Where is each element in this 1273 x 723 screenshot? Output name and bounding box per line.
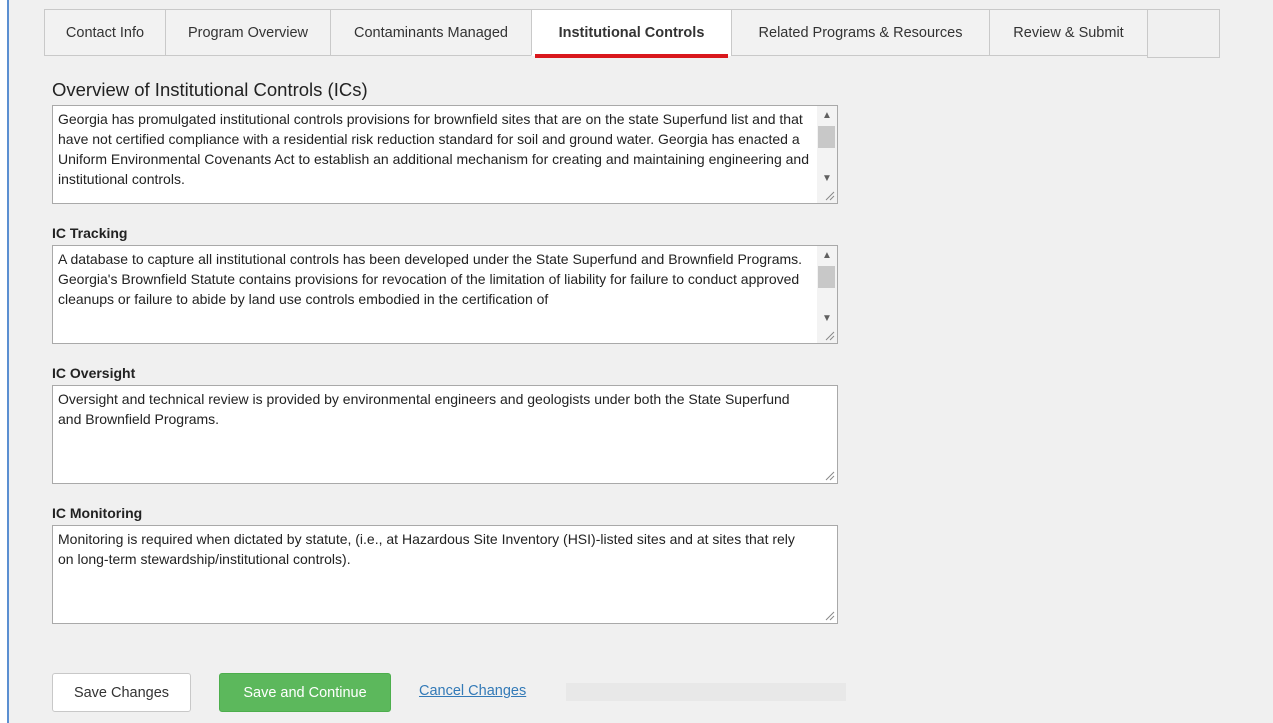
form-actions: Save Changes Save and Continue Cancel Ch…: [52, 673, 847, 713]
scroll-up-icon[interactable]: ▲: [821, 110, 833, 122]
page-title: Overview of Institutional Controls (ICs): [52, 79, 368, 100]
resize-grip-icon[interactable]: [823, 329, 835, 341]
tab-bar: Contact Info Program Overview Contaminan…: [44, 9, 1220, 58]
resize-grip-icon[interactable]: [823, 189, 835, 201]
ic-oversight-label: IC Oversight: [52, 365, 136, 381]
save-changes-button[interactable]: Save Changes: [52, 673, 191, 712]
resize-grip-icon[interactable]: [823, 609, 835, 621]
scroll-down-icon[interactable]: ▼: [821, 313, 833, 325]
cancel-changes-link[interactable]: Cancel Changes: [419, 683, 526, 699]
resize-grip-icon[interactable]: [823, 469, 835, 481]
ic-monitoring-label: IC Monitoring: [52, 505, 143, 521]
ic-oversight-text: Oversight and technical review is provid…: [58, 391, 790, 427]
ic-tracking-label: IC Tracking: [52, 225, 128, 241]
page-frame: Contact Info Program Overview Contaminan…: [7, 0, 1273, 723]
tab-contact-info[interactable]: Contact Info: [44, 10, 165, 56]
status-bar: [566, 683, 846, 701]
scroll-down-icon[interactable]: ▼: [821, 173, 833, 185]
tab-bar-filler: [1147, 10, 1219, 58]
scroll-up-icon[interactable]: ▲: [821, 250, 833, 262]
tab-related-programs[interactable]: Related Programs & Resources: [731, 10, 989, 56]
ic-tracking-textarea[interactable]: A database to capture all institutional …: [52, 245, 838, 344]
save-and-continue-button[interactable]: Save and Continue: [219, 673, 391, 712]
ic-monitoring-textarea[interactable]: Monitoring is required when dictated by …: [52, 525, 838, 624]
tab-contaminants-managed[interactable]: Contaminants Managed: [330, 10, 531, 56]
overview-text: Georgia has promulgated institutional co…: [58, 111, 809, 187]
overview-textarea[interactable]: Georgia has promulgated institutional co…: [52, 105, 838, 204]
tab-review-submit[interactable]: Review & Submit: [989, 10, 1147, 56]
ic-tracking-line1: A database to capture all institutional …: [58, 251, 803, 267]
ic-oversight-textarea[interactable]: Oversight and technical review is provid…: [52, 385, 838, 484]
ic-tracking-text: A database to capture all institutional …: [53, 246, 837, 309]
form-content: Overview of Institutional Controls (ICs)…: [52, 77, 852, 624]
scroll-thumb[interactable]: [818, 266, 835, 288]
tab-institutional-controls[interactable]: Institutional Controls: [531, 10, 731, 58]
scroll-thumb[interactable]: [818, 126, 835, 148]
ic-monitoring-text: Monitoring is required when dictated by …: [58, 531, 795, 567]
ic-tracking-line2: Georgia's Brownfield Statute contains pr…: [58, 271, 800, 307]
tab-program-overview[interactable]: Program Overview: [165, 10, 330, 56]
